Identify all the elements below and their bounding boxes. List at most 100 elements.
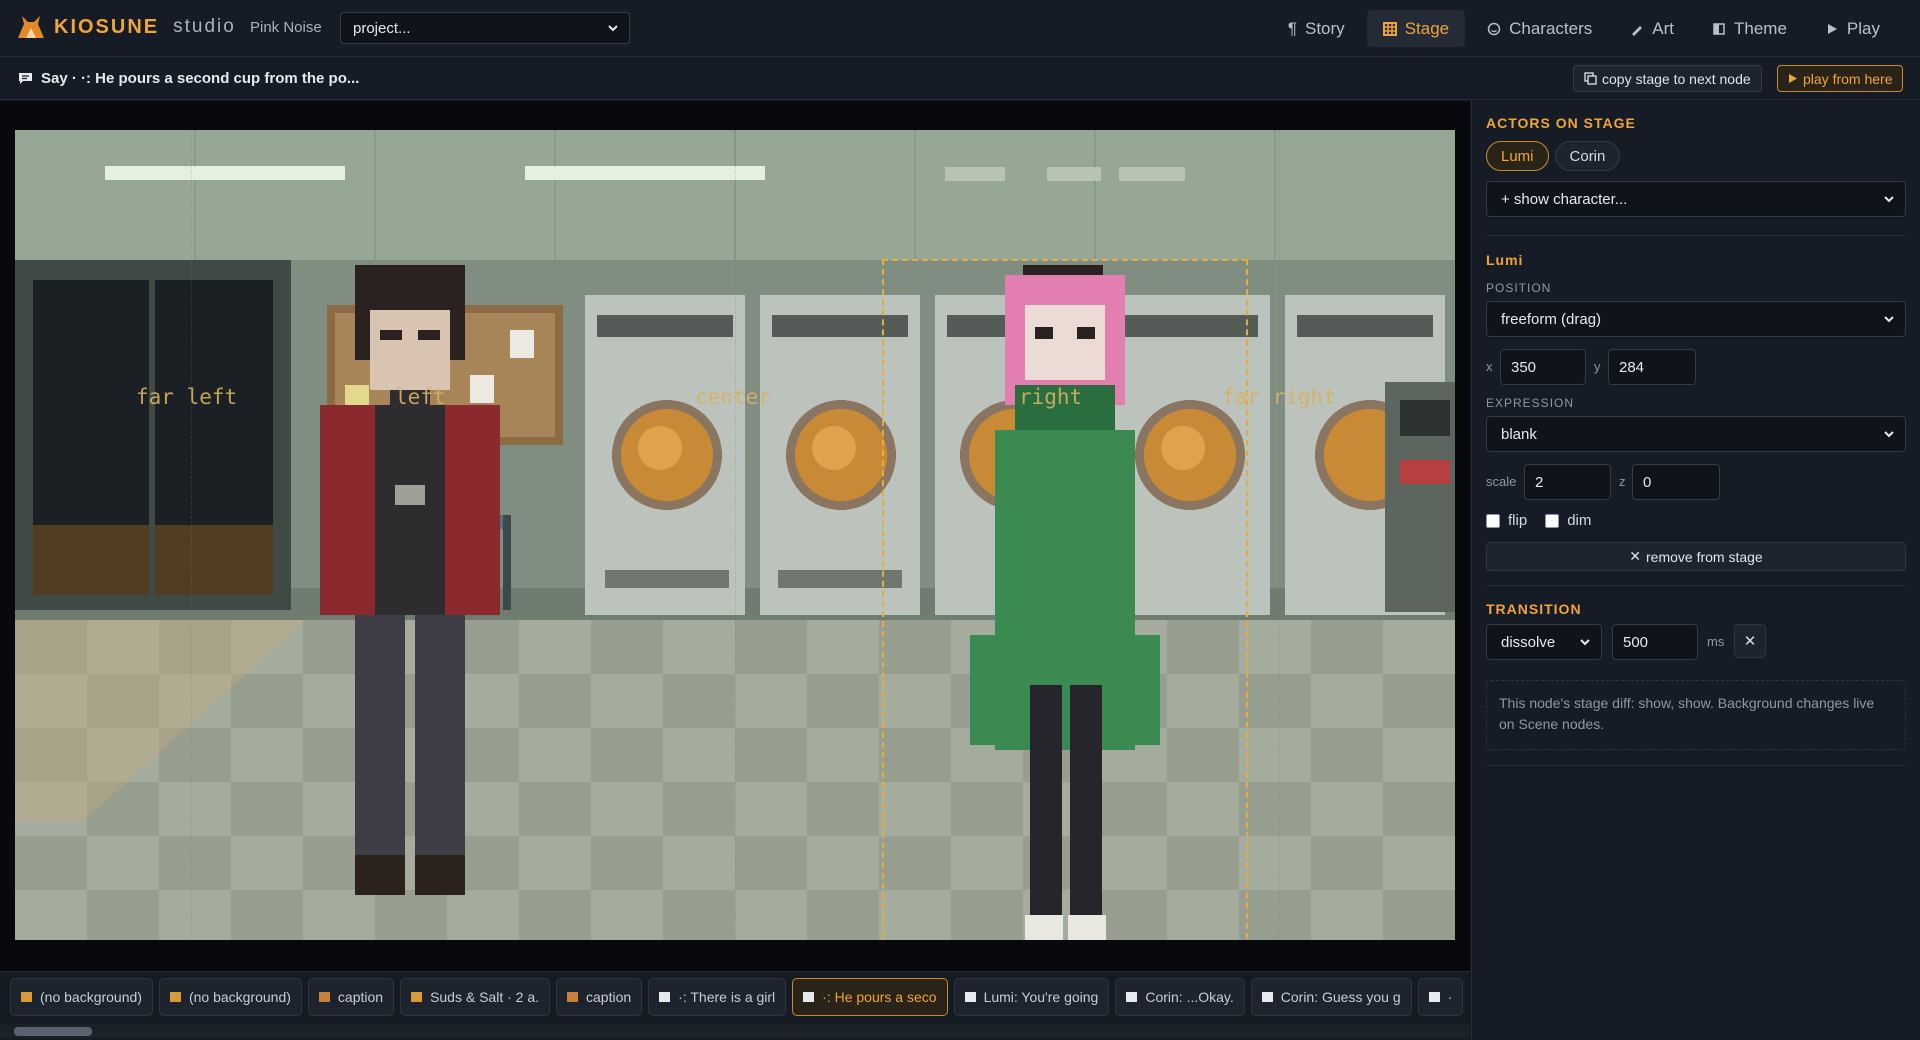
timeline-node-label: caption <box>337 989 384 1005</box>
transition-select[interactable]: dissolve <box>1486 624 1602 660</box>
divider <box>1486 765 1906 766</box>
timeline-node[interactable]: caption <box>556 978 643 1016</box>
timeline-node-label: Corin: Guess you g <box>1280 989 1401 1005</box>
paragraph-icon: ¶ <box>1287 18 1297 38</box>
actor-pill-lumi[interactable]: Lumi <box>1486 141 1549 171</box>
nav-characters[interactable]: Characters <box>1471 10 1608 47</box>
nav-art[interactable]: Art <box>1614 10 1690 47</box>
clear-transition-button[interactable]: ✕ <box>1734 624 1766 658</box>
ms-label: ms <box>1707 634 1725 649</box>
scrollbar-thumb[interactable] <box>14 1027 92 1036</box>
timeline-node-label: · <box>1447 989 1453 1005</box>
timeline-node[interactable]: (no background) <box>10 978 153 1016</box>
timeline-node[interactable]: Suds & Salt · 2 a. <box>400 978 551 1016</box>
close-icon: ✕ <box>1629 548 1641 564</box>
actors-section-title: ACTORS ON STAGE <box>1486 115 1636 131</box>
stage-canvas[interactable]: far left left center right far right <box>15 130 1455 940</box>
timeline-node[interactable]: caption <box>307 978 395 1016</box>
flip-checkbox[interactable] <box>1486 513 1500 528</box>
slot-guide <box>1279 130 1280 940</box>
nav-stage[interactable]: Stage <box>1366 10 1466 47</box>
scene-icon <box>411 992 423 1002</box>
logo: KIOSUNE studio <box>16 14 236 40</box>
timeline-node[interactable]: ·: There is a girl <box>648 978 787 1016</box>
copy-stage-button[interactable]: copy stage to next node <box>1573 65 1762 92</box>
close-icon: ✕ <box>1743 633 1757 650</box>
z-input[interactable]: 0 <box>1632 464 1720 500</box>
actor-pill-corin[interactable]: Corin <box>1554 141 1621 171</box>
timeline-node[interactable]: Lumi: You're going <box>953 978 1110 1016</box>
say-icon <box>1428 992 1440 1002</box>
dim-label: dim <box>1567 512 1592 529</box>
copy-stage-label: copy stage to next node <box>1602 70 1751 87</box>
x-input[interactable]: 350 <box>1500 349 1586 385</box>
timeline-node-label: Lumi: You're going <box>983 989 1099 1005</box>
corin-sprite[interactable] <box>320 255 500 935</box>
play-from-here-label: play from here <box>1803 70 1893 87</box>
expression-value: blank <box>1501 426 1537 443</box>
caption-icon <box>318 992 330 1002</box>
remove-from-stage-label: remove from stage <box>1646 548 1763 565</box>
position-value: freeform (drag) <box>1501 311 1602 328</box>
timeline-node-label: (no background) <box>188 989 291 1005</box>
flip-label: flip <box>1508 512 1528 529</box>
grid-icon <box>1382 21 1397 36</box>
show-character-select[interactable]: + show character... <box>1486 181 1906 217</box>
brush-icon <box>1632 25 1643 36</box>
nav-stage-label: Stage <box>1404 18 1450 38</box>
transition-value: dissolve <box>1501 634 1556 651</box>
timeline-node[interactable]: (no background) <box>158 978 302 1016</box>
brand-sub: studio <box>173 16 236 37</box>
nav-play[interactable]: Play <box>1809 10 1896 47</box>
project-select[interactable]: project... <box>340 12 630 44</box>
timeline-node-label: (no background) <box>40 989 142 1005</box>
slot-label-center: center <box>695 385 771 409</box>
timeline-node[interactable]: · <box>1417 978 1464 1016</box>
actor-pills: Lumi Corin <box>1486 141 1621 171</box>
play-icon <box>1789 74 1797 83</box>
main-nav: ¶ Story Stage Characters Art Theme Play <box>1272 10 1896 47</box>
chevron-down-icon <box>1884 196 1894 203</box>
smiley-icon <box>1487 22 1501 35</box>
inspector-panel: ACTORS ON STAGE Lumi Corin + show charac… <box>1471 101 1920 1040</box>
position-select[interactable]: freeform (drag) <box>1486 301 1906 337</box>
remove-from-stage-button[interactable]: ✕ remove from stage <box>1486 542 1906 571</box>
caption-icon <box>567 992 579 1002</box>
fox-icon <box>18 16 44 38</box>
theme-icon <box>1713 22 1725 35</box>
transition-section-title: TRANSITION <box>1486 601 1582 617</box>
timeline-node[interactable]: Corin: ...Okay. <box>1115 978 1245 1016</box>
timeline-scrollbar[interactable] <box>0 1024 1470 1038</box>
nav-story[interactable]: ¶ Story <box>1272 10 1361 47</box>
timeline-node-active[interactable]: ·: He pours a seco <box>792 978 948 1016</box>
play-from-here-button[interactable]: play from here <box>1777 65 1904 92</box>
copy-icon <box>1584 72 1597 85</box>
node-title-text: Say · ·: He pours a second cup from the … <box>41 70 360 87</box>
play-icon <box>1827 23 1837 34</box>
node-timeline: (no background) (no background) caption … <box>0 971 1470 1040</box>
transition-ms-input[interactable]: 500 <box>1612 624 1698 660</box>
scene-icon <box>21 992 32 1002</box>
timeline-node-label: Corin: ...Okay. <box>1145 989 1234 1005</box>
timeline-node-label: caption <box>586 989 632 1005</box>
project-name: Pink Noise <box>250 19 322 36</box>
timeline-node-label: ·: There is a girl <box>678 989 776 1005</box>
say-icon <box>659 992 671 1002</box>
slot-label-far-right: far right <box>1222 385 1336 409</box>
slot-label-left: left <box>395 385 446 409</box>
stage-diff-note: This node's stage diff: show, show. Back… <box>1486 680 1906 750</box>
nav-characters-label: Characters <box>1509 18 1593 38</box>
divider <box>1486 235 1906 236</box>
project-select-value: project... <box>353 20 411 37</box>
timeline-node-label: ·: He pours a seco <box>822 989 937 1005</box>
chevron-down-icon <box>608 25 618 32</box>
selection-box[interactable] <box>882 259 1248 940</box>
nav-theme[interactable]: Theme <box>1696 10 1803 47</box>
speech-bubble-icon <box>19 73 32 84</box>
divider <box>1486 585 1906 586</box>
dim-checkbox[interactable] <box>1545 513 1560 528</box>
y-input[interactable]: 284 <box>1608 349 1696 385</box>
scale-input[interactable]: 2 <box>1524 464 1611 500</box>
expression-select[interactable]: blank <box>1486 416 1906 452</box>
timeline-node[interactable]: Corin: Guess you g <box>1250 978 1412 1016</box>
